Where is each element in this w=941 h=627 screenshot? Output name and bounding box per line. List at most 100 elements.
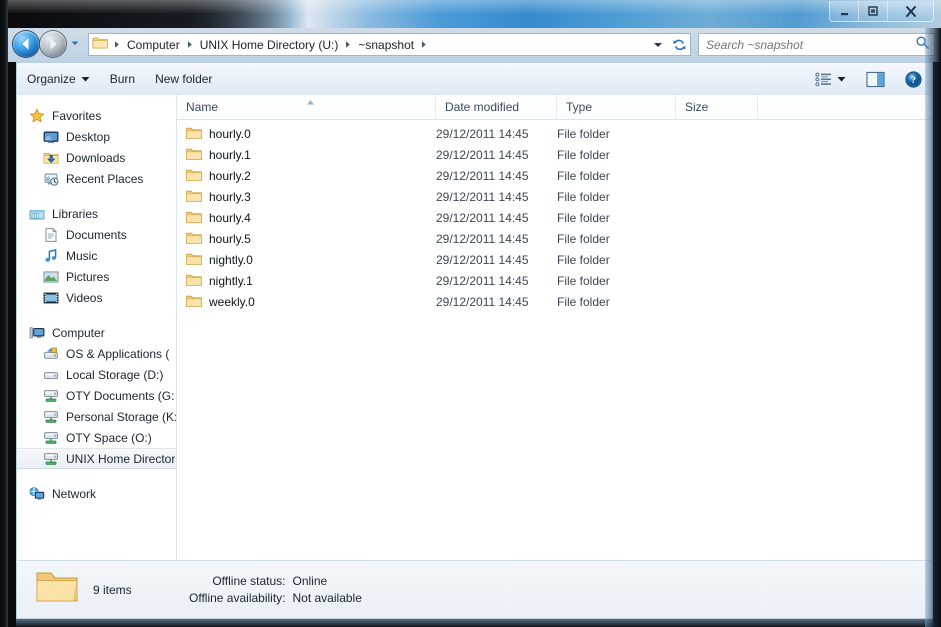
cell-name[interactable]: hourly.3 bbox=[177, 189, 436, 205]
sort-ascending-icon bbox=[305, 95, 316, 109]
navigation-buttons bbox=[13, 31, 80, 57]
star-icon bbox=[29, 107, 45, 124]
sidebar-label: OTY Space (O:) bbox=[66, 430, 152, 445]
cell-name[interactable]: nightly.1 bbox=[177, 273, 436, 289]
back-button[interactable] bbox=[13, 31, 39, 57]
file-list-pane[interactable]: Name Date modified Type Size hourly.0 29… bbox=[177, 95, 932, 560]
column-header-type[interactable]: Type bbox=[557, 95, 676, 119]
sidebar-label: Network bbox=[52, 486, 97, 501]
column-label: Type bbox=[566, 100, 593, 114]
network-icon bbox=[29, 486, 45, 502]
refresh-button[interactable] bbox=[668, 33, 691, 56]
close-icon bbox=[905, 5, 916, 17]
sidebar-item-oty-documents[interactable]: OTY Documents (G: bbox=[17, 385, 176, 406]
new-folder-button[interactable]: New folder bbox=[145, 66, 222, 92]
breadcrumb[interactable]: Computer UNIX Home Directory (U:) ~snaps… bbox=[88, 33, 648, 56]
navigation-pane[interactable]: Favorites Desktop Downloads Recent Place… bbox=[17, 95, 177, 560]
table-row[interactable]: hourly.2 29/12/2011 14:45 File folder bbox=[177, 165, 932, 186]
sidebar-item-computer[interactable]: Computer bbox=[17, 322, 176, 343]
column-header-date-modified[interactable]: Date modified bbox=[436, 95, 557, 119]
downloads-icon bbox=[43, 150, 59, 166]
sidebar-item-videos[interactable]: Videos bbox=[17, 287, 176, 308]
sidebar-item-os-applications[interactable]: OS & Applications ( bbox=[17, 343, 176, 364]
sidebar-item-network[interactable]: Network bbox=[17, 483, 176, 504]
table-row[interactable]: nightly.0 29/12/2011 14:45 File folder bbox=[177, 249, 932, 270]
cell-name[interactable]: hourly.5 bbox=[177, 231, 436, 247]
sidebar-item-music[interactable]: Music bbox=[17, 245, 176, 266]
sidebar-item-personal-storage[interactable]: Personal Storage (K: bbox=[17, 406, 176, 427]
titlebar-dark-region bbox=[8, 0, 294, 28]
item-count: 9 items bbox=[93, 582, 132, 597]
maximize-button[interactable] bbox=[859, 1, 888, 21]
cell-name[interactable]: nightly.0 bbox=[177, 252, 436, 268]
change-view-button[interactable] bbox=[805, 66, 856, 92]
svg-text:?: ? bbox=[911, 75, 916, 86]
folder-icon bbox=[186, 168, 202, 184]
table-row[interactable]: hourly.4 29/12/2011 14:45 File folder bbox=[177, 207, 932, 228]
column-header-size[interactable]: Size bbox=[676, 95, 758, 119]
organize-button[interactable]: Organize bbox=[17, 66, 100, 92]
window-bottom-edge bbox=[16, 619, 933, 627]
recent-pages-button[interactable] bbox=[70, 35, 80, 53]
breadcrumb-item-unix-home-directory[interactable]: UNIX Home Directory (U:) bbox=[196, 36, 343, 54]
file-name: hourly.0 bbox=[209, 126, 251, 141]
cell-name[interactable]: weekly.0 bbox=[177, 294, 436, 310]
cell-name[interactable]: hourly.2 bbox=[177, 168, 436, 184]
search-input[interactable] bbox=[706, 37, 915, 52]
sidebar-label: Desktop bbox=[66, 129, 111, 144]
burn-button[interactable]: Burn bbox=[100, 66, 145, 92]
cell-type: File folder bbox=[557, 126, 610, 141]
preview-pane-button[interactable] bbox=[856, 66, 895, 92]
document-icon bbox=[43, 227, 59, 243]
folder-icon bbox=[186, 126, 202, 142]
sidebar-item-pictures[interactable]: Pictures bbox=[17, 266, 176, 287]
sidebar-item-favorites[interactable]: Favorites bbox=[17, 105, 176, 126]
file-name: hourly.1 bbox=[209, 147, 251, 162]
sidebar-item-oty-space[interactable]: OTY Space (O:) bbox=[17, 427, 176, 448]
sidebar-item-recent-places[interactable]: Recent Places bbox=[17, 168, 176, 189]
sidebar-item-downloads[interactable]: Downloads bbox=[17, 147, 176, 168]
table-row[interactable]: weekly.0 29/12/2011 14:45 File folder bbox=[177, 291, 932, 312]
preview-pane-icon bbox=[866, 71, 885, 88]
sidebar-item-libraries[interactable]: Libraries bbox=[17, 203, 176, 224]
help-icon: ? bbox=[905, 70, 922, 88]
breadcrumb-item-snapshot[interactable]: ~snapshot bbox=[354, 36, 418, 54]
cell-name[interactable]: hourly.0 bbox=[177, 126, 436, 142]
table-row[interactable]: hourly.3 29/12/2011 14:45 File folder bbox=[177, 186, 932, 207]
refresh-icon bbox=[672, 39, 685, 50]
offline-status-value: Online bbox=[292, 574, 328, 588]
sidebar-label: Videos bbox=[66, 290, 103, 305]
table-row[interactable]: hourly.5 29/12/2011 14:45 File folder bbox=[177, 228, 932, 249]
offline-availability-value: Not available bbox=[292, 591, 362, 605]
cell-name[interactable]: hourly.1 bbox=[177, 147, 436, 163]
breadcrumb-item-computer[interactable]: Computer bbox=[123, 36, 184, 54]
network-drive-icon bbox=[43, 409, 59, 425]
chevron-right-icon bbox=[187, 41, 192, 48]
sidebar-item-local-storage[interactable]: Local Storage (D:) bbox=[17, 364, 176, 385]
file-name: nightly.0 bbox=[209, 252, 253, 267]
table-row[interactable]: nightly.1 29/12/2011 14:45 File folder bbox=[177, 270, 932, 291]
address-history-dropdown[interactable] bbox=[648, 33, 668, 56]
table-row[interactable]: hourly.1 29/12/2011 14:45 File folder bbox=[177, 144, 932, 165]
cell-name[interactable]: hourly.4 bbox=[177, 210, 436, 226]
minimize-button[interactable] bbox=[830, 1, 859, 21]
sidebar-item-documents[interactable]: Documents bbox=[17, 224, 176, 245]
sidebar-label: Pictures bbox=[66, 269, 110, 284]
sidebar-group-network: Network bbox=[17, 483, 176, 504]
address-folder-icon bbox=[92, 35, 109, 55]
column-label: Size bbox=[685, 100, 709, 114]
organize-label: Organize bbox=[27, 72, 76, 86]
column-header-name[interactable]: Name bbox=[177, 95, 436, 119]
network-drive-icon bbox=[43, 451, 59, 467]
sidebar-item-desktop[interactable]: Desktop bbox=[17, 126, 176, 147]
sidebar-item-unix-home-directory[interactable]: UNIX Home Director bbox=[17, 448, 176, 469]
file-rows[interactable]: hourly.0 29/12/2011 14:45 File folder ho… bbox=[177, 120, 932, 560]
search-box[interactable] bbox=[698, 33, 935, 56]
table-row[interactable]: hourly.0 29/12/2011 14:45 File folder bbox=[177, 123, 932, 144]
offline-info: Offline status: Online Offline availabil… bbox=[189, 574, 362, 605]
system-drive-icon bbox=[43, 346, 59, 362]
file-name: hourly.4 bbox=[209, 210, 251, 225]
folder-icon bbox=[186, 210, 202, 226]
sidebar-label: Favorites bbox=[52, 108, 102, 123]
close-button[interactable] bbox=[888, 1, 933, 21]
